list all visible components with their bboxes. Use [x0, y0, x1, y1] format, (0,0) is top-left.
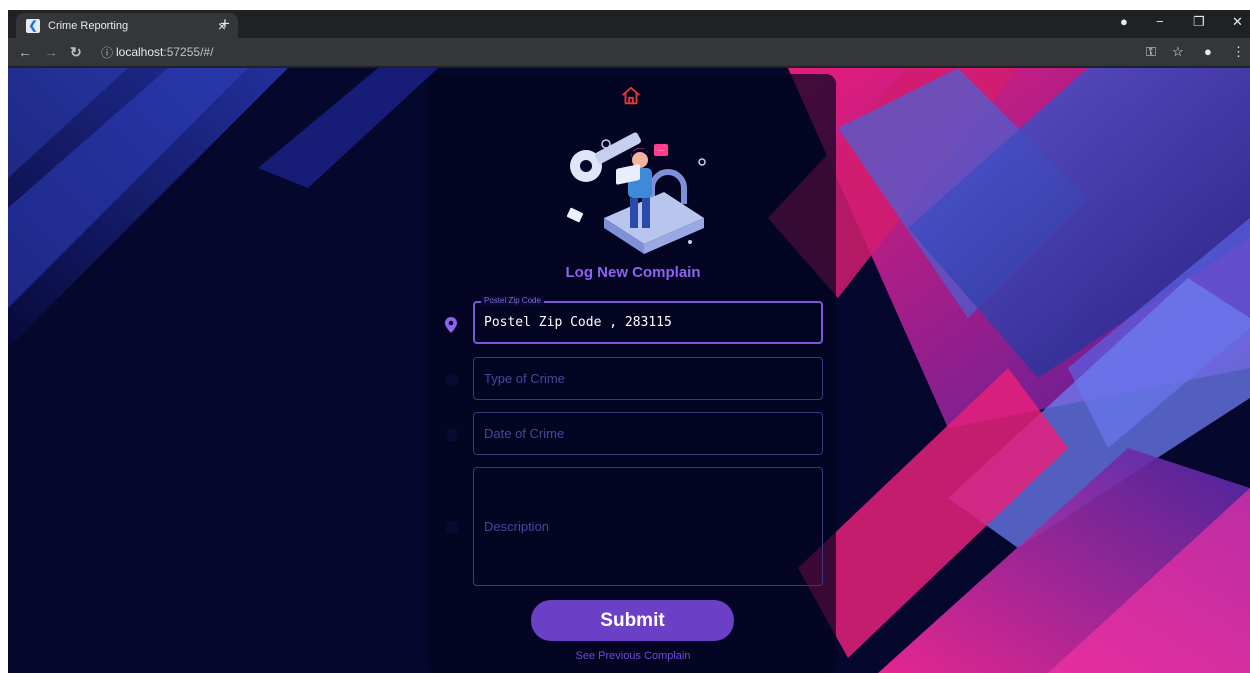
- url-path: :57255/#/: [163, 45, 214, 59]
- crime-type-placeholder: Type of Crime: [484, 371, 565, 386]
- profile-icon[interactable]: ●: [1204, 44, 1212, 59]
- zip-code-value: Postel Zip Code , 283115: [484, 315, 672, 330]
- submit-button[interactable]: Submit: [531, 600, 734, 641]
- minimize-button[interactable]: −: [1156, 14, 1164, 29]
- site-info-icon[interactable]: ⓘ: [101, 44, 113, 61]
- new-tab-button[interactable]: +: [220, 14, 230, 34]
- form-title: Log New Complain: [565, 264, 701, 281]
- crime-type-input[interactable]: Type of Crime: [473, 357, 823, 400]
- zip-code-input[interactable]: Postel Zip Code Postel Zip Code , 283115: [473, 296, 823, 344]
- calendar-icon: [446, 429, 458, 441]
- browser-toolbar: ← → ↻ ⓘ localhost:57255/#/ ⚿ ☆ ● ⋮: [8, 38, 1250, 66]
- forward-arrow-icon[interactable]: →: [44, 44, 58, 60]
- description-placeholder: Description: [484, 519, 550, 534]
- crime-date-input[interactable]: Date of Crime: [473, 412, 823, 455]
- key-icon[interactable]: ⚿: [1146, 44, 1156, 60]
- address-bar[interactable]: localhost:57255/#/: [116, 45, 213, 59]
- flutter-favicon-icon: ❮: [26, 18, 40, 33]
- zip-code-label: Postel Zip Code: [481, 296, 544, 306]
- browser-window: ❮ Crime Reporting × + ● − ❐ ✕ ← → ↻ ⓘ lo…: [8, 10, 1250, 673]
- browser-tab[interactable]: ❮ Crime Reporting ×: [16, 13, 238, 38]
- url-host: localhost: [116, 45, 164, 59]
- page-viewport: ··· Log New Complain Postel Zip Code Pos…: [8, 68, 1250, 673]
- bookmark-star-icon[interactable]: ☆: [1172, 44, 1184, 60]
- security-illustration: ···: [566, 132, 706, 254]
- profile-menu-icon[interactable]: ●: [1120, 14, 1128, 29]
- svg-text:···: ···: [658, 148, 664, 155]
- description-textarea[interactable]: Description: [473, 467, 823, 586]
- browser-menu-icon[interactable]: ⋮: [1232, 44, 1245, 60]
- tab-title: Crime Reporting: [48, 19, 129, 32]
- reload-icon[interactable]: ↻: [70, 44, 82, 60]
- description-icon: [446, 521, 458, 533]
- close-window-button[interactable]: ✕: [1232, 14, 1243, 30]
- back-arrow-icon[interactable]: ←: [18, 44, 32, 60]
- crime-type-icon: [446, 374, 458, 386]
- crime-date-placeholder: Date of Crime: [484, 426, 565, 441]
- home-icon[interactable]: [620, 85, 642, 107]
- location-pin-icon: [445, 317, 457, 333]
- tab-bar: ❮ Crime Reporting × + ● − ❐ ✕: [8, 10, 1250, 38]
- see-previous-complain-link[interactable]: See Previous Complain: [478, 650, 788, 662]
- maximize-button[interactable]: ❐: [1193, 14, 1205, 30]
